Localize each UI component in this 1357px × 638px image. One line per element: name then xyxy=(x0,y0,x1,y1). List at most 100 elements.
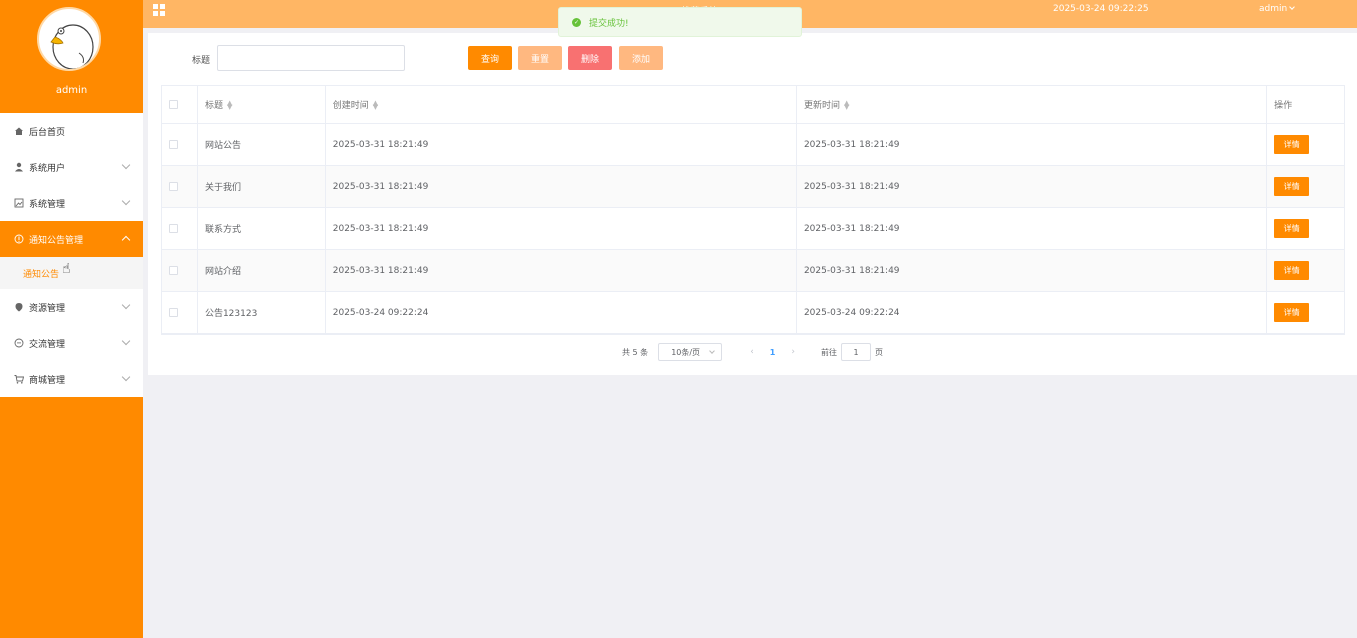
detail-button[interactable]: 详情 xyxy=(1274,303,1310,322)
cell-created: 2025-03-31 18:21:49 xyxy=(326,208,797,249)
sidebar-item-mall-management[interactable]: 商城管理 xyxy=(0,361,143,397)
table-row: 公告123123 2025-03-24 09:22:24 2025-03-24 … xyxy=(162,292,1344,334)
user-dropdown[interactable]: admin xyxy=(1259,4,1296,14)
header-updated[interactable]: 更新时间 ▲ ▼ xyxy=(797,86,1268,123)
grid-menu-icon[interactable] xyxy=(153,4,165,16)
header-title-label: 标题 xyxy=(204,101,223,111)
row-checkbox[interactable] xyxy=(169,224,178,233)
cell-title: 公告123123 xyxy=(198,292,326,333)
table-row: 联系方式 2025-03-31 18:21:49 2025-03-31 18:2… xyxy=(162,208,1344,250)
cell-created: 2025-03-31 18:21:49 xyxy=(326,250,797,291)
chevron-down-icon xyxy=(121,336,131,346)
row-checkbox-cell xyxy=(162,292,198,333)
detail-button[interactable]: 详情 xyxy=(1274,177,1310,196)
image-icon xyxy=(13,198,24,209)
add-button[interactable]: 添加 xyxy=(619,46,663,70)
header-created[interactable]: 创建时间 ▲ ▼ xyxy=(326,86,797,123)
row-checkbox-cell xyxy=(162,166,198,207)
duck-avatar-icon xyxy=(50,24,94,69)
chevron-down-icon xyxy=(709,348,716,354)
success-toast: ✓ 提交成功! xyxy=(558,7,802,37)
sidebar-item-label: 系统用户 xyxy=(29,163,66,174)
sidebar-item-label: 后台首页 xyxy=(29,127,66,138)
cell-operation: 详情 xyxy=(1267,250,1344,291)
cell-updated: 2025-03-31 18:21:49 xyxy=(797,250,1268,291)
header-operation: 操作 xyxy=(1274,101,1293,111)
location-icon xyxy=(13,302,24,313)
pagination-total: 共 5 条 xyxy=(622,347,649,357)
info-icon xyxy=(13,234,24,245)
sidebar-item-label: 资源管理 xyxy=(29,303,66,314)
sort-icon[interactable]: ▲ ▼ xyxy=(844,99,849,110)
home-icon xyxy=(13,126,24,137)
chevron-down-icon xyxy=(121,196,131,206)
table-row: 网站公告 2025-03-31 18:21:49 2025-03-31 18:2… xyxy=(162,124,1344,166)
table-row: 关于我们 2025-03-31 18:21:49 2025-03-31 18:2… xyxy=(162,166,1344,208)
detail-button[interactable]: 详情 xyxy=(1274,219,1310,238)
current-datetime: 2025-03-24 09:22:25 xyxy=(1053,4,1149,14)
avatar[interactable] xyxy=(37,7,101,71)
sort-icon[interactable]: ▲ ▼ xyxy=(227,99,232,110)
cell-created: 2025-03-24 09:22:24 xyxy=(326,292,797,333)
sidebar-item-label: 交流管理 xyxy=(29,339,66,350)
cell-updated: 2025-03-31 18:21:49 xyxy=(797,124,1268,165)
header-title[interactable]: 标题 ▲ ▼ xyxy=(198,86,326,123)
sidebar-item-system-users[interactable]: 系统用户 xyxy=(0,149,143,185)
cell-created: 2025-03-31 18:21:49 xyxy=(326,124,797,165)
sidebar-username: admin xyxy=(55,85,88,96)
goto-page-input[interactable]: 1 xyxy=(840,343,871,361)
page-unit-label: 页 xyxy=(874,347,883,357)
page-size-select[interactable]: 10条/页 xyxy=(658,343,723,361)
page-size-value: 10条/页 xyxy=(671,347,701,357)
detail-button[interactable]: 详情 xyxy=(1274,135,1310,154)
cell-operation: 详情 xyxy=(1267,124,1344,165)
row-checkbox[interactable] xyxy=(169,266,178,275)
row-checkbox[interactable] xyxy=(169,182,178,191)
search-title-label: 标题 xyxy=(192,56,211,66)
select-all-checkbox[interactable] xyxy=(169,100,178,109)
notice-table: 标题 ▲ ▼ 创建时间 ▲ ▼ 更新时间 ▲ ▼ 操作 网站公告 2025-03-31 18… xyxy=(161,85,1345,335)
row-checkbox-cell xyxy=(162,208,198,249)
page-number-current[interactable]: 1 xyxy=(770,348,776,357)
search-title-input[interactable] xyxy=(217,45,405,71)
cell-title: 关于我们 xyxy=(198,166,326,207)
sidebar-item-label: 系统管理 xyxy=(29,199,66,210)
delete-button[interactable]: 删除 xyxy=(568,46,612,70)
row-checkbox-cell xyxy=(162,124,198,165)
cell-created: 2025-03-31 18:21:49 xyxy=(326,166,797,207)
next-page-icon[interactable]: › xyxy=(791,347,795,357)
hand-pointer-icon: ☝ xyxy=(62,261,71,277)
pagination: 共 5 条 10条/页 ‹ 1 › 前往 1 页 xyxy=(148,343,1357,361)
cell-updated: 2025-03-31 18:21:49 xyxy=(797,166,1268,207)
sidebar: admin 后台首页 系统用户 系统管理 通知公告管理 通知公告 ☝ 资源管理 … xyxy=(0,0,143,638)
goto-label: 前往 xyxy=(820,347,837,357)
detail-button[interactable]: 详情 xyxy=(1274,261,1310,280)
chat-icon xyxy=(13,338,24,349)
check-circle-icon: ✓ xyxy=(572,17,581,27)
toast-message: 提交成功! xyxy=(589,18,629,29)
row-checkbox[interactable] xyxy=(169,308,178,317)
sidebar-item-notice-management[interactable]: 通知公告管理 xyxy=(0,221,143,257)
prev-page-icon[interactable]: ‹ xyxy=(750,347,754,357)
reset-button[interactable]: 重置 xyxy=(518,46,562,70)
sidebar-item-system-management[interactable]: 系统管理 xyxy=(0,185,143,221)
sidebar-subitem-notice[interactable]: 通知公告 ☝ xyxy=(0,257,143,289)
row-checkbox[interactable] xyxy=(169,140,178,149)
header-updated-label: 更新时间 xyxy=(803,101,840,111)
cell-title: 联系方式 xyxy=(198,208,326,249)
sort-icon[interactable]: ▲ ▼ xyxy=(373,99,378,110)
user-dropdown-label: admin xyxy=(1259,4,1288,14)
sidebar-subitem-label: 通知公告 xyxy=(23,269,60,280)
sidebar-item-communication-management[interactable]: 交流管理 xyxy=(0,325,143,361)
query-button[interactable]: 查询 xyxy=(468,46,512,70)
sidebar-item-label: 通知公告管理 xyxy=(29,235,84,246)
cell-updated: 2025-03-24 09:22:24 xyxy=(797,292,1268,333)
cell-title: 网站公告 xyxy=(198,124,326,165)
sidebar-item-resource-management[interactable]: 资源管理 xyxy=(0,289,143,325)
table-header-row: 标题 ▲ ▼ 创建时间 ▲ ▼ 更新时间 ▲ ▼ 操作 xyxy=(162,86,1344,124)
chevron-up-icon xyxy=(121,235,131,245)
row-checkbox-cell xyxy=(162,250,198,291)
sidebar-item-home[interactable]: 后台首页 xyxy=(0,113,143,149)
sidebar-menu: 后台首页 系统用户 系统管理 通知公告管理 通知公告 ☝ 资源管理 交流管理 商… xyxy=(0,113,143,397)
chevron-down-icon xyxy=(121,300,131,310)
